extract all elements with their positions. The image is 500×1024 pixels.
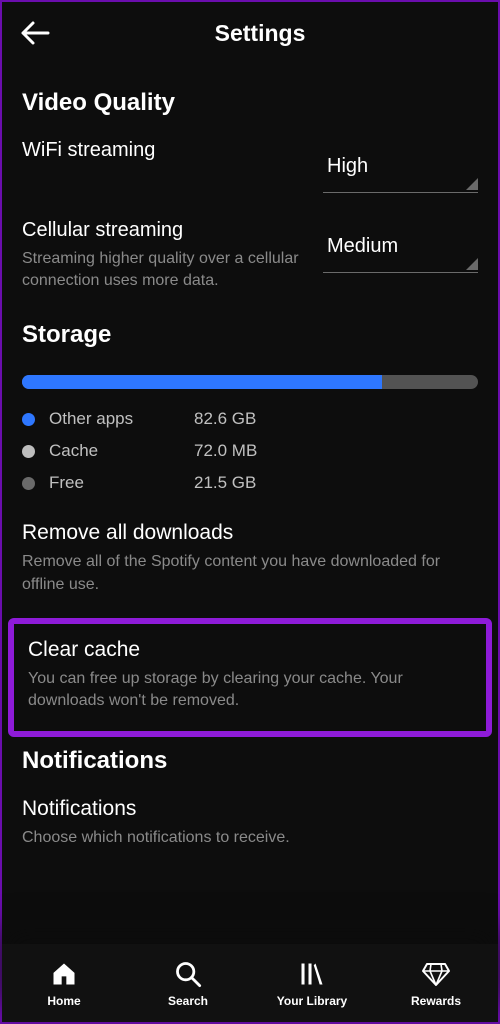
storage-bar-fill [22,375,382,389]
search-icon [174,959,202,989]
legend-other-value: 82.6 GB [194,409,256,429]
bottom-nav: Home Search Your Library Rewards [2,944,498,1022]
legend-cache-label: Cache [49,441,194,461]
nav-search-label: Search [168,994,208,1008]
legend-other-label: Other apps [49,409,194,429]
wifi-streaming-dropdown[interactable]: High [323,145,478,193]
library-icon [298,959,326,989]
cellular-streaming-row: Cellular streaming Streaming higher qual… [22,219,478,291]
clear-cache-title: Clear cache [28,638,472,662]
nav-rewards-label: Rewards [411,994,461,1008]
nav-search[interactable]: Search [126,944,250,1022]
nav-home[interactable]: Home [2,944,126,1022]
legend-free: Free 21.5 GB [22,473,478,493]
remove-downloads-item[interactable]: Remove all downloads Remove all of the S… [2,505,498,614]
notifications-item[interactable]: Notifications Choose which notifications… [2,793,498,867]
dropdown-triangle-icon [466,258,478,270]
notifications-item-title: Notifications [22,797,478,821]
arrow-left-icon [20,20,50,46]
page-title: Settings [22,20,478,47]
diamond-icon [421,959,451,989]
section-notifications: Notifications [22,747,478,775]
wifi-streaming-row: WiFi streaming High [22,139,478,193]
cellular-streaming-label: Cellular streaming [22,219,309,242]
remove-downloads-title: Remove all downloads [22,521,478,545]
home-icon [50,959,78,989]
legend-cache-value: 72.0 MB [194,441,257,461]
cellular-streaming-sub: Streaming higher quality over a cellular… [22,248,309,291]
legend-cache: Cache 72.0 MB [22,441,478,461]
cellular-streaming-dropdown[interactable]: Medium [323,225,478,273]
clear-cache-item[interactable]: Clear cache You can free up storage by c… [8,618,492,737]
nav-library-label: Your Library [277,994,347,1008]
legend-other-apps: Other apps 82.6 GB [22,409,478,429]
storage-bar [22,375,478,389]
remove-downloads-desc: Remove all of the Spotify content you ha… [22,551,478,596]
back-button[interactable] [20,20,50,51]
nav-rewards[interactable]: Rewards [374,944,498,1022]
nav-library[interactable]: Your Library [250,944,374,1022]
section-video-quality: Video Quality [22,89,478,117]
notifications-item-desc: Choose which notifications to receive. [22,827,478,849]
dot-icon [22,413,35,426]
dot-icon [22,477,35,490]
wifi-streaming-label: WiFi streaming [22,139,309,162]
dot-icon [22,445,35,458]
cellular-streaming-value: Medium [327,235,474,258]
nav-home-label: Home [47,994,80,1008]
legend-free-label: Free [49,473,194,493]
dropdown-triangle-icon [466,178,478,190]
clear-cache-desc: You can free up storage by clearing your… [28,668,472,713]
wifi-streaming-value: High [327,155,474,178]
section-storage: Storage [22,321,478,349]
legend-free-value: 21.5 GB [194,473,256,493]
